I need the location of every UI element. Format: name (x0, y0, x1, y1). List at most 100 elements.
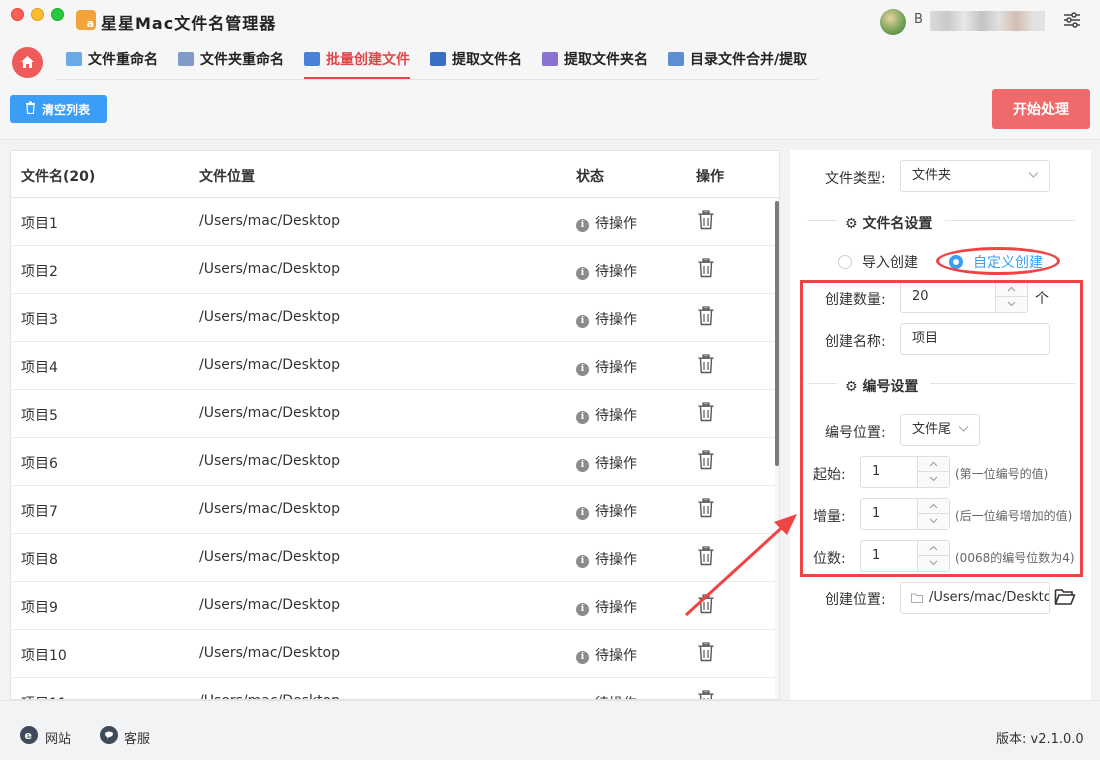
svg-text:e: e (25, 729, 32, 742)
customer-service-link[interactable]: 客服 (124, 728, 150, 747)
clear-list-label: 清空列表 (42, 103, 91, 117)
row-filename: 项目11 (21, 693, 67, 699)
home-icon (21, 56, 34, 68)
row-filename: 项目1 (21, 216, 58, 232)
batch-create-icon (304, 52, 320, 66)
merge-extract-icon (668, 52, 684, 66)
table-row[interactable]: 项目1/Users/mac/Desktop i 待操作 (11, 198, 775, 246)
tab-2[interactable]: 文件夹重命名 (178, 47, 284, 79)
tab-5[interactable]: 提取文件夹名 (542, 47, 648, 79)
folder-open-icon[interactable] (1054, 587, 1076, 607)
close-window-button[interactable] (11, 8, 24, 21)
app-title: 星星Mac文件名管理器 (101, 14, 277, 33)
row-status: i待操作 (576, 597, 637, 617)
start-processing-button[interactable]: 开始处理 (992, 89, 1090, 129)
table-row[interactable]: 项目8/Users/mac/Desktop i 待操作 (11, 534, 775, 582)
row-location: /Users/mac/Desktop (199, 405, 341, 421)
delete-row-icon[interactable] (697, 642, 715, 662)
annotation-highlight-box (800, 280, 1083, 577)
table-row[interactable]: 项目11/Users/mac/Desktop i待操作 (11, 678, 775, 700)
row-status-text: 待操作 (595, 216, 637, 232)
folder-small-icon (911, 593, 923, 603)
row-status-text: 待操作 (595, 456, 637, 472)
tab-label: 目录文件合并/提取 (690, 52, 808, 68)
info-icon: i (576, 507, 589, 520)
table-row[interactable]: 项目4/Users/mac/Desktop i 待操作 (11, 342, 775, 390)
row-filename: 项目5 (21, 408, 58, 424)
info-icon: i (576, 651, 589, 664)
clear-list-button[interactable]: 清空列表 (10, 95, 107, 123)
tab-label: 提取文件夹名 (564, 52, 648, 68)
delete-row-icon[interactable] (697, 690, 715, 700)
delete-row-icon[interactable] (697, 258, 715, 278)
row-location: /Users/mac/Desktop (199, 453, 341, 469)
delete-row-icon[interactable] (697, 210, 715, 230)
minimize-window-button[interactable] (31, 8, 44, 21)
row-filename: 项目4 (21, 360, 58, 376)
gear-icon: ⚙ (845, 216, 858, 232)
website-icon[interactable]: e (20, 726, 38, 744)
row-status: i待操作 (576, 645, 637, 665)
zoom-window-button[interactable] (51, 8, 64, 21)
row-status-text: 待操作 (595, 552, 637, 568)
row-status: i 待操作 (576, 405, 637, 425)
row-location: /Users/mac/Desktop (199, 549, 341, 565)
delete-row-icon[interactable] (697, 354, 715, 374)
info-icon: i (576, 411, 589, 424)
radio-import-create[interactable] (838, 255, 852, 269)
create-location-input[interactable]: /Users/mac/Desktop (900, 582, 1050, 614)
extract-foldername-icon (542, 52, 558, 66)
row-location: /Users/mac/Desktop (199, 309, 341, 325)
table-scrollbar-thumb[interactable] (775, 201, 779, 466)
website-link[interactable]: 网站 (45, 728, 71, 747)
radio-import-label[interactable]: 导入创建 (862, 252, 918, 272)
info-icon: i (576, 603, 589, 616)
create-location-label: 创建位置: (825, 592, 886, 608)
filename-settings-title: ⚙ 文件名设置 (845, 213, 932, 233)
info-icon: i (576, 219, 589, 232)
tab-3[interactable]: 批量创建文件 (304, 47, 410, 79)
table-row[interactable]: 项目7/Users/mac/Desktop i 待操作 (11, 486, 775, 534)
delete-row-icon[interactable] (697, 402, 715, 422)
row-location: /Users/mac/Desktop (199, 261, 341, 277)
customer-service-icon[interactable] (100, 726, 118, 744)
row-location: /Users/mac/Desktop (199, 501, 341, 517)
avatar[interactable] (880, 9, 906, 35)
info-icon: i (576, 363, 589, 376)
file-type-value: 文件夹 (912, 168, 952, 183)
table-row[interactable]: 项目10/Users/mac/Desktop i 待操作 (11, 630, 775, 678)
delete-row-icon[interactable] (697, 450, 715, 470)
tab-6[interactable]: 目录文件合并/提取 (668, 47, 807, 79)
file-type-select[interactable]: 文件夹 (900, 160, 1050, 192)
trash-icon (26, 101, 35, 114)
tab-4[interactable]: 提取文件名 (430, 47, 522, 79)
header-filename[interactable]: 文件名(20) (21, 166, 95, 186)
section-divider (945, 220, 1075, 221)
table-row[interactable]: 项目3/Users/mac/Desktop i 待操作 (11, 294, 775, 342)
info-icon: i (576, 459, 589, 472)
annotation-arrow (684, 514, 797, 617)
row-status: i待操作 (576, 549, 637, 569)
row-status-text: 待操作 (595, 264, 637, 280)
settings-sliders-icon[interactable] (1062, 10, 1082, 30)
row-status-text: 待操作 (595, 408, 637, 424)
home-button[interactable] (12, 47, 43, 78)
row-status: i 待操作 (576, 453, 637, 473)
row-filename: 项目9 (21, 600, 58, 616)
table-row[interactable]: 项目5/Users/mac/Desktop i 待操作 (11, 390, 775, 438)
row-filename: 项目3 (21, 312, 58, 328)
table-row[interactable]: 项目2/Users/mac/Desktop i 待操作 (11, 246, 775, 294)
chevron-down-icon (1028, 172, 1039, 178)
row-status-text: 待操作 (595, 312, 637, 328)
header-status[interactable]: 状态 (576, 166, 604, 186)
table-row[interactable]: 项目6/Users/mac/Desktop i 待操作 (11, 438, 775, 486)
row-status: i待操作 (576, 357, 637, 377)
tab-1[interactable]: 文件重命名 (66, 47, 158, 79)
row-location: /Users/mac/Desktop (199, 357, 341, 373)
header-location[interactable]: 文件位置 (199, 166, 255, 186)
row-status: i待操作 (576, 693, 637, 699)
delete-row-icon[interactable] (697, 306, 715, 326)
table-row[interactable]: 项目9/Users/mac/Desktop i 待操作 (11, 582, 775, 630)
tab-label: 提取文件名 (452, 52, 522, 68)
tab-label: 文件重命名 (88, 52, 158, 68)
